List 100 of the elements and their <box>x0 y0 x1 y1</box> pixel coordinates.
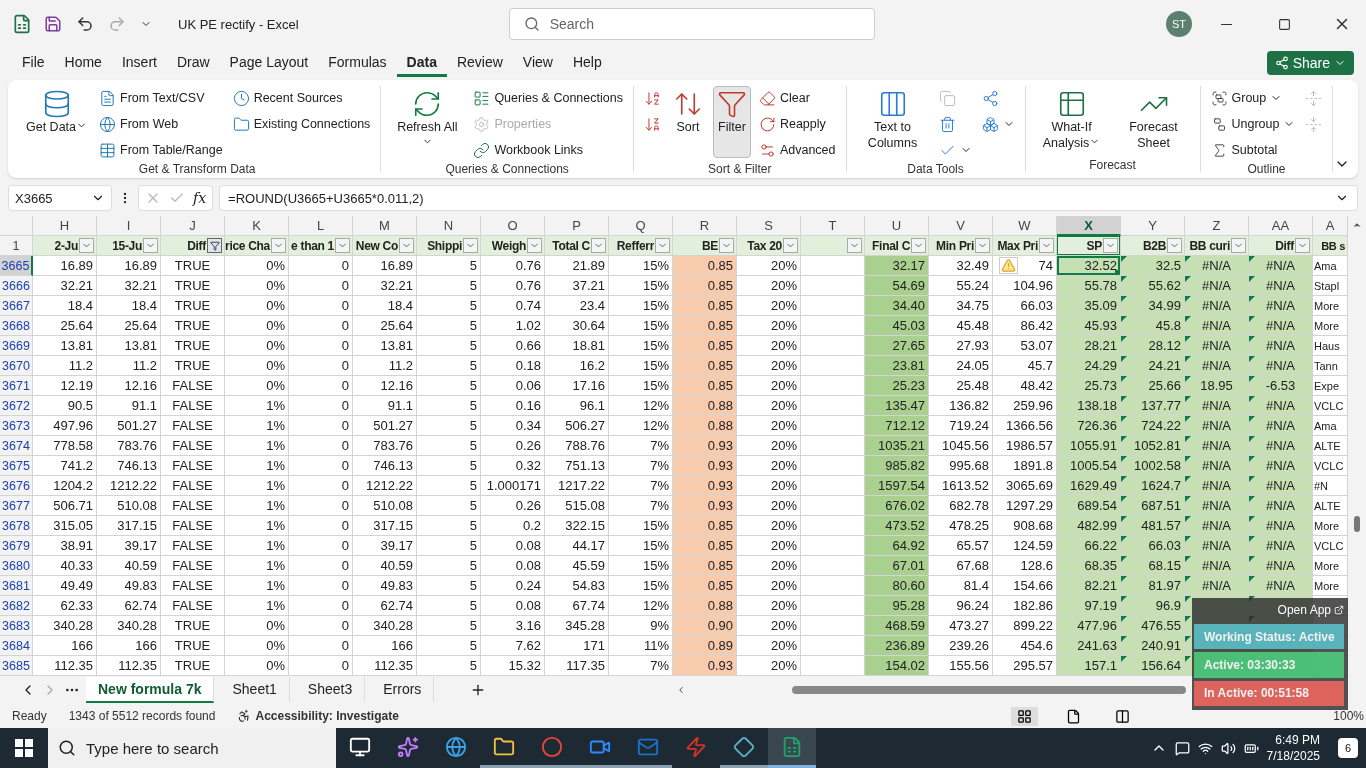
columns-button[interactable]: Text to Columns <box>854 86 931 158</box>
database-button[interactable]: Get Data <box>22 86 92 158</box>
ribbon-button[interactable]: Group <box>1208 86 1298 110</box>
filter-dropdown[interactable] <box>527 238 542 253</box>
scroll-thumb[interactable] <box>1354 516 1360 532</box>
clock[interactable]: 6:49 PM 7/18/2025 <box>1266 732 1320 764</box>
column-header[interactable]: I <box>97 216 161 236</box>
notification-badge[interactable]: 6 <box>1338 738 1358 758</box>
formula-field[interactable]: =ROUND(U3665+U3665*0.011,2) <box>219 185 1358 211</box>
filter-dropdown[interactable] <box>847 238 862 253</box>
taskbar-search-field[interactable]: Type here to search <box>48 728 336 768</box>
ribbon-button[interactable]: Ungroup <box>1208 112 1298 136</box>
filter-dropdown[interactable] <box>911 238 926 253</box>
fill-handle[interactable] <box>1115 270 1120 275</box>
row-number[interactable]: 3683 <box>0 616 33 636</box>
filter-dropdown[interactable] <box>1103 238 1118 253</box>
row-number[interactable]: 3668 <box>0 316 33 336</box>
sheet-tab[interactable]: Errors <box>371 677 435 703</box>
column-header[interactable]: V <box>929 216 993 236</box>
insert-function-button[interactable]: fx <box>193 190 207 206</box>
row-number[interactable]: 3678 <box>0 516 33 536</box>
column-header[interactable]: O <box>481 216 545 236</box>
column-header[interactable]: Y <box>1121 216 1185 236</box>
row-number[interactable]: 1 <box>0 236 33 256</box>
search-field[interactable]: Search <box>508 8 875 40</box>
row-number[interactable]: 3671 <box>0 376 33 396</box>
filter-dropdown[interactable] <box>783 238 798 253</box>
accessibility-status[interactable]: Accessibility: Investigate <box>237 709 399 723</box>
filter-dropdown[interactable] <box>143 238 158 253</box>
name-box[interactable]: X3665 <box>8 185 112 211</box>
column-header[interactable]: P <box>545 216 609 236</box>
warning-tag[interactable] <box>999 257 1018 274</box>
column-header[interactable]: Z <box>1185 216 1249 236</box>
row-number[interactable]: 3673 <box>0 416 33 436</box>
scroll-left-icon[interactable] <box>676 685 686 695</box>
column-header[interactable]: X <box>1057 216 1121 236</box>
row-number[interactable]: 3684 <box>0 636 33 656</box>
sort-button[interactable]: Sort <box>668 86 707 158</box>
filter-dropdown[interactable] <box>335 238 350 253</box>
menu-tab[interactable]: Data <box>396 49 447 77</box>
share-button[interactable]: Share <box>1266 51 1354 75</box>
chat-icon[interactable] <box>1174 740 1190 756</box>
row-number[interactable]: 3685 <box>0 656 33 676</box>
sheet-tab[interactable]: Sheet3 <box>295 677 366 703</box>
ribbon-button[interactable]: From Table/Range <box>97 138 225 162</box>
column-header[interactable]: H <box>33 216 97 236</box>
ribbon-button[interactable]: Existing Connections <box>230 112 373 136</box>
filter-dropdown[interactable] <box>719 238 734 253</box>
filter-dropdown[interactable] <box>1167 238 1182 253</box>
row-number[interactable]: 3679 <box>0 536 33 556</box>
ribbon-button[interactable]: Recent Sources <box>230 86 373 110</box>
ribbon-button[interactable]: Reapply <box>756 112 838 136</box>
row-number[interactable]: 3665 <box>0 256 33 276</box>
row-number[interactable]: 3681 <box>0 576 33 596</box>
column-header[interactable]: AA <box>1249 216 1313 236</box>
filter-dropdown[interactable] <box>1039 238 1054 253</box>
filter-dropdown[interactable] <box>271 238 286 253</box>
row-number[interactable]: 3667 <box>0 296 33 316</box>
ribbon-button[interactable]: From Text/CSV <box>97 86 225 110</box>
column-header[interactable]: U <box>865 216 929 236</box>
row-number[interactable]: 3669 <box>0 336 33 356</box>
filter-dropdown[interactable] <box>79 238 94 253</box>
scroll-thumb[interactable] <box>792 686 1186 694</box>
column-header[interactable]: W <box>993 216 1057 236</box>
filter-dropdown[interactable] <box>655 238 670 253</box>
view-button[interactable] <box>1011 706 1039 726</box>
column-header[interactable]: T <box>801 216 865 236</box>
sheet-tab[interactable]: New formula 7k <box>86 677 215 703</box>
filter-dropdown[interactable] <box>399 238 414 253</box>
trend-chart-button[interactable]: Forecast Sheet <box>1115 86 1192 158</box>
menu-tab[interactable]: View <box>512 49 563 77</box>
column-header[interactable]: N <box>417 216 481 236</box>
row-number[interactable]: 3666 <box>0 276 33 296</box>
column-header[interactable]: S <box>737 216 801 236</box>
table-button[interactable]: What-If Analysis <box>1033 86 1110 158</box>
open-app-link[interactable]: Open App <box>1277 600 1344 621</box>
filter-dropdown[interactable] <box>1295 238 1310 253</box>
column-header[interactable]: R <box>673 216 737 236</box>
ribbon-button[interactable]: From Web <box>97 112 225 136</box>
menu-tab[interactable]: Page Layout <box>219 49 319 77</box>
column-header[interactable]: Q <box>609 216 673 236</box>
menu-tab[interactable]: Review <box>446 49 513 77</box>
filter-dropdown[interactable] <box>591 238 606 253</box>
ribbon-button[interactable]: Advanced <box>756 138 838 162</box>
column-header[interactable]: L <box>289 216 353 236</box>
row-number[interactable]: 3670 <box>0 356 33 376</box>
filter-button[interactable]: Filter <box>712 86 751 158</box>
row-number[interactable]: 3677 <box>0 496 33 516</box>
ribbon-button[interactable]: Queries & Connections <box>471 86 625 110</box>
ribbon-button[interactable]: Clear <box>756 86 838 110</box>
ribbon-button[interactable]: Subtotal <box>1208 138 1298 162</box>
sheet-tab[interactable]: Sheet1 <box>220 677 290 703</box>
user-avatar[interactable]: ST <box>1166 11 1192 37</box>
menu-tab[interactable]: Formulas <box>318 49 397 77</box>
scroll-up-icon[interactable] <box>1352 220 1362 230</box>
column-header[interactable]: A <box>1313 216 1348 236</box>
row-number[interactable]: 3680 <box>0 556 33 576</box>
zoom-level[interactable]: 100% <box>1333 709 1364 723</box>
row-number[interactable]: 3676 <box>0 476 33 496</box>
column-header[interactable]: J <box>161 216 225 236</box>
